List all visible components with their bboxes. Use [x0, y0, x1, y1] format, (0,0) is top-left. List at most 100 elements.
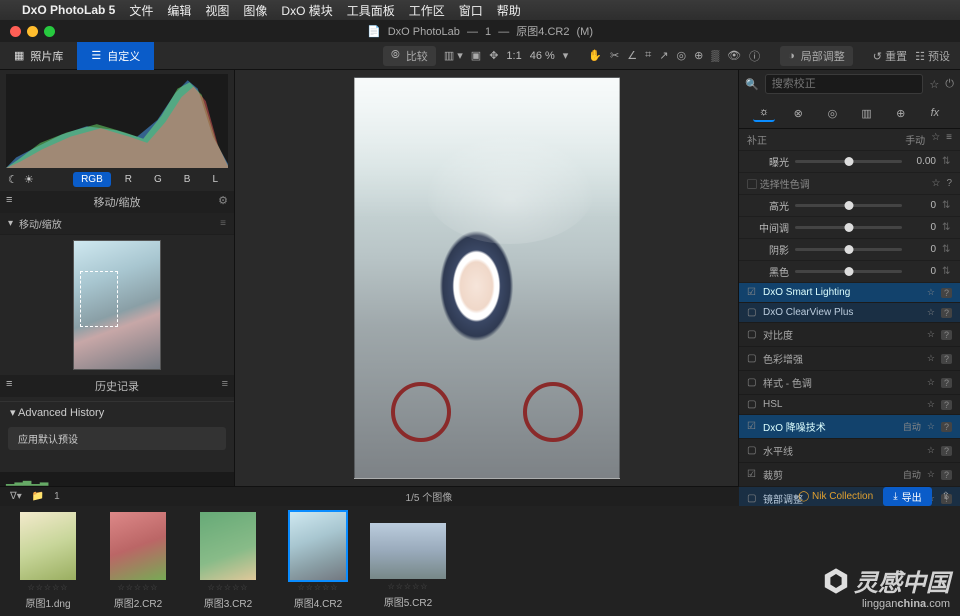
history-row-advanced[interactable]: ▾ Advanced History	[0, 401, 234, 423]
channel-r-button[interactable]: R	[117, 172, 140, 187]
slider-midtones[interactable]: 中间调0⇅	[739, 217, 960, 239]
panel-header-movezoom[interactable]: ≡ 移动/缩放 ⚙	[0, 191, 234, 213]
panel-clearview[interactable]: ▢DxO ClearView Plus☆ ?	[739, 303, 960, 323]
sharpness-tool-icon[interactable]: ▒	[711, 50, 719, 62]
share-icon[interactable]: ⇪	[942, 491, 950, 502]
hand-tool-icon[interactable]: ✋	[588, 49, 602, 62]
stepper-icon[interactable]: ⇅	[942, 156, 952, 167]
local-adjust-button[interactable]: ◑ 局部调整	[780, 46, 853, 66]
panel-header-history[interactable]: ≡ 历史记录 ≡	[0, 375, 234, 397]
panel-contrast[interactable]: ▢对比度☆ ?	[739, 323, 960, 347]
chevron-down-icon[interactable]: ▾	[8, 218, 13, 229]
zoom-percent[interactable]: 46 %	[530, 50, 555, 62]
rating-stars[interactable]: ☆☆☆☆☆	[28, 583, 69, 592]
panel-denoise[interactable]: ☑DxO 降噪技术自动 ☆ ?	[739, 415, 960, 439]
search-corrections-input[interactable]	[765, 74, 924, 94]
tab-local-icon[interactable]: ⊕	[890, 104, 912, 122]
compare-button[interactable]: ⦾ 比较	[383, 46, 436, 66]
navigator-viewport-handle[interactable]	[80, 271, 118, 327]
thumb-1[interactable]: ☆☆☆☆☆原图1.dng	[10, 512, 86, 610]
zoom-1to1-button[interactable]: 1:1	[506, 50, 521, 62]
horizon-tool-icon[interactable]: ∠	[627, 49, 637, 62]
right-panel: 🔍 ☆ ⏻ ☼ ⊗ ◎ ▥ ⊕ fx 补正 手动☆≡ 曝光 0.00 ⇅ ▢ 选…	[738, 70, 960, 486]
tab-customize[interactable]: ☰ 自定义	[77, 42, 154, 70]
meter-icon: ▁▂▃▁▂	[6, 473, 48, 486]
whitebalance-tool-icon[interactable]: ↗	[659, 49, 668, 62]
close-icon[interactable]	[10, 26, 21, 37]
menu-toolpanels[interactable]: 工具面板	[347, 2, 395, 19]
reset-button[interactable]: ↺ 重置	[873, 48, 907, 64]
chevron-down-icon[interactable]: ▾	[563, 49, 569, 62]
info-icon[interactable]: ⓘ	[749, 48, 760, 64]
navigator-preview	[74, 241, 160, 369]
preset-button[interactable]: ☷ 预设	[915, 48, 950, 64]
power-icon[interactable]: ⏻	[945, 78, 954, 91]
selective-tone-header[interactable]: ▢ 选择性色调 ☆?	[739, 173, 960, 195]
navigator-canvas[interactable]	[0, 235, 234, 375]
tab-detail-icon[interactable]: ◎	[821, 104, 843, 122]
channel-b-button[interactable]: B	[176, 172, 199, 187]
preview-eye-icon[interactable]: 👁	[727, 49, 741, 62]
channel-g-button[interactable]: G	[146, 172, 170, 187]
histogram	[6, 74, 228, 168]
crop-tool-icon[interactable]: ✂	[610, 49, 619, 62]
title-index: 1	[485, 26, 491, 38]
menu-edit[interactable]: 编辑	[167, 2, 191, 19]
perspective-tool-icon[interactable]: ⌗	[645, 49, 651, 62]
panel-style-tone[interactable]: ▢样式 - 色调☆ ?	[739, 371, 960, 395]
panel-hsl[interactable]: ▢HSL☆ ?	[739, 395, 960, 415]
tab-library[interactable]: ▦ 照片库	[0, 42, 77, 70]
slider-highlights[interactable]: 高光0⇅	[739, 195, 960, 217]
fitscreen-icon[interactable]: ▣	[471, 49, 481, 62]
minimize-icon[interactable]	[27, 26, 38, 37]
gear-icon[interactable]: ≡	[222, 378, 228, 390]
menu-help[interactable]: 帮助	[497, 2, 521, 19]
nik-collection-button[interactable]: ◯ Nik Collection	[798, 491, 873, 502]
channel-l-button[interactable]: L	[204, 172, 226, 187]
channel-rgb-button[interactable]: RGB	[73, 172, 111, 187]
panel-smart-lighting[interactable]: ☑DxO Smart Lighting☆ ?	[739, 283, 960, 303]
menu-workspace[interactable]: 工作区	[409, 2, 445, 19]
fullscreen-icon[interactable]	[44, 26, 55, 37]
export-button[interactable]: ⤓ 导出	[883, 487, 931, 506]
slider-blacks[interactable]: 黑色0⇅	[739, 261, 960, 283]
app-toolbar: ▦ 照片库 ☰ 自定义 ⦾ 比较 ▥ ▾ ▣ ✥ 1:1 46 % ▾ ✋ ✂ …	[0, 42, 960, 70]
tab-geometry-icon[interactable]: ▥	[856, 104, 878, 122]
collapse-icon[interactable]: ≡	[6, 378, 12, 390]
tab-fx-icon[interactable]: fx	[924, 104, 946, 122]
gear-icon[interactable]: ⚙	[218, 194, 228, 207]
menu-view[interactable]: 视图	[205, 2, 229, 19]
menu-modules[interactable]: DxO 模块	[281, 2, 332, 19]
move-icon[interactable]: ✥	[489, 49, 498, 62]
panel-color-enhance[interactable]: ▢色彩增强☆ ?	[739, 347, 960, 371]
thumb-4[interactable]: ☆☆☆☆☆原图4.CR2	[280, 512, 356, 610]
collapse-icon[interactable]: ≡	[6, 194, 12, 206]
image-count-label: 1/5 个图像	[60, 489, 798, 504]
highlight-clip-icon[interactable]: ☀	[24, 173, 34, 186]
thumb-3[interactable]: ☆☆☆☆☆原图3.CR2	[190, 512, 266, 610]
menu-image[interactable]: 图像	[243, 2, 267, 19]
slider-exposure[interactable]: 曝光 0.00 ⇅	[739, 151, 960, 173]
app-name[interactable]: DxO PhotoLab 5	[22, 3, 115, 17]
correction-category-tabs: ☼ ⊗ ◎ ▥ ⊕ fx	[739, 98, 960, 129]
thumb-2[interactable]: ☆☆☆☆☆原图2.CR2	[100, 512, 176, 610]
image-viewer[interactable]	[235, 70, 738, 486]
panel-horizon[interactable]: ▢水平线☆ ?	[739, 439, 960, 463]
repair-tool-icon[interactable]: ◎	[677, 49, 687, 62]
filter-icon[interactable]: ∇▾	[10, 491, 22, 502]
folder-icon[interactable]: 📁	[32, 491, 44, 502]
history-row-default-preset[interactable]: 应用默认预设	[8, 427, 226, 450]
hamburger-icon[interactable]: ≡	[220, 218, 226, 229]
thumb-5[interactable]: ☆☆☆☆☆原图5.CR2	[370, 512, 446, 610]
menu-window[interactable]: 窗口	[459, 2, 483, 19]
panel-crop[interactable]: ☑裁剪自动 ☆ ?	[739, 463, 960, 487]
slider-shadows[interactable]: 阴影0⇅	[739, 239, 960, 261]
menu-file[interactable]: 文件	[129, 2, 153, 19]
layout-icon[interactable]: ▥ ▾	[444, 49, 463, 62]
sliders-icon: ☰	[91, 49, 101, 62]
shadow-clip-icon[interactable]: ☾	[8, 173, 18, 186]
favorite-icon[interactable]: ☆	[929, 78, 939, 91]
redeye-tool-icon[interactable]: ⊕	[694, 49, 703, 62]
tab-light-icon[interactable]: ☼	[753, 104, 775, 122]
tab-color-icon[interactable]: ⊗	[787, 104, 809, 122]
